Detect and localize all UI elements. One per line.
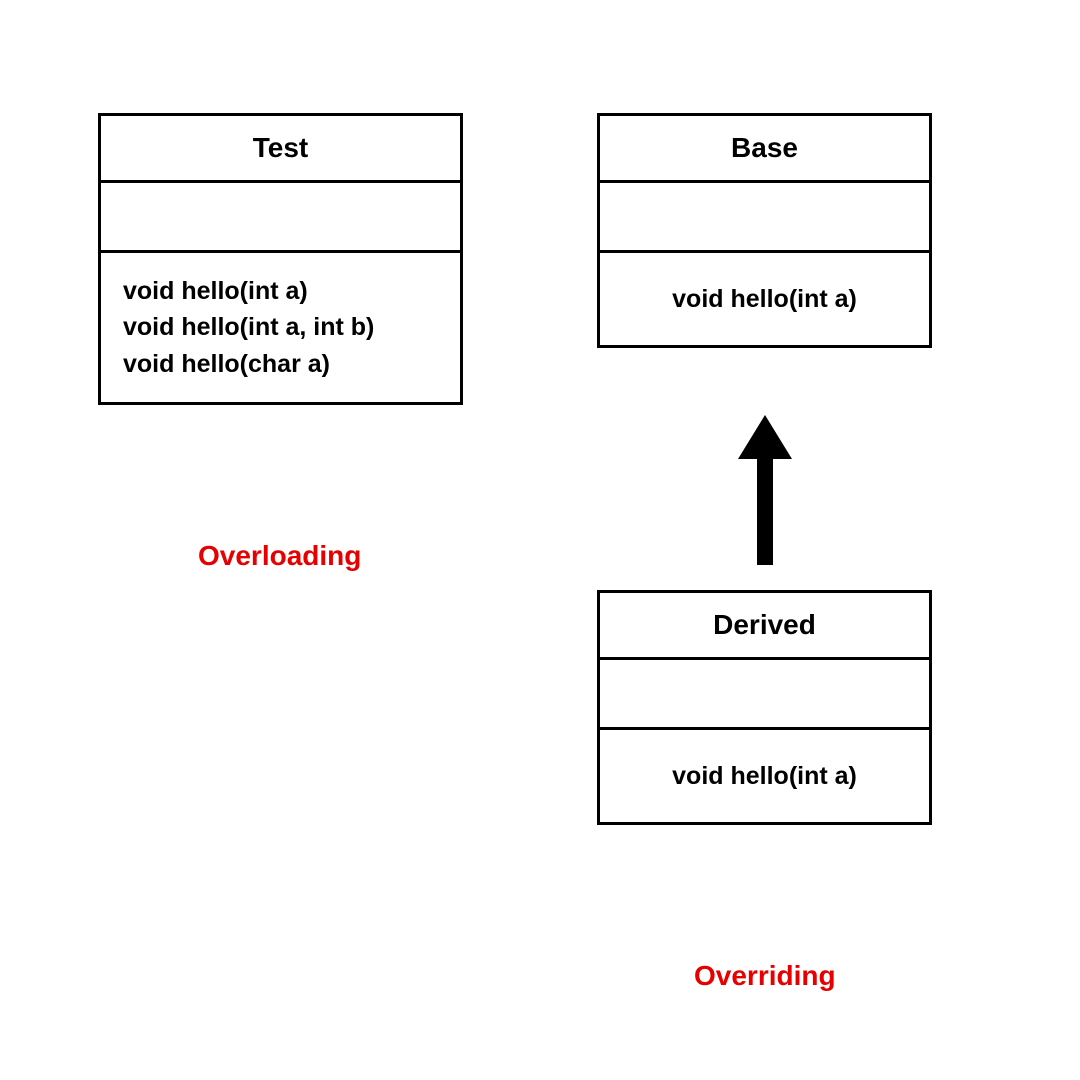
class-methods-base: void hello(int a): [600, 253, 929, 345]
method-line: void hello(char a): [123, 346, 438, 382]
class-title-base: Base: [600, 116, 929, 183]
caption-overriding: Overriding: [694, 960, 836, 992]
class-methods-derived: void hello(int a): [600, 730, 929, 822]
method-line: void hello(int a): [123, 273, 438, 309]
class-box-test: Test void hello(int a) void hello(int a,…: [98, 113, 463, 405]
class-attrs-test: [101, 183, 460, 253]
class-methods-test: void hello(int a) void hello(int a, int …: [101, 253, 460, 402]
method-line: void hello(int a): [622, 281, 907, 317]
class-box-derived: Derived void hello(int a): [597, 590, 932, 825]
caption-overloading: Overloading: [198, 540, 361, 572]
class-title-derived: Derived: [600, 593, 929, 660]
method-line: void hello(int a, int b): [123, 309, 438, 345]
class-attrs-base: [600, 183, 929, 253]
class-box-base: Base void hello(int a): [597, 113, 932, 348]
method-line: void hello(int a): [622, 758, 907, 794]
class-title-test: Test: [101, 116, 460, 183]
class-attrs-derived: [600, 660, 929, 730]
inheritance-arrow-icon: [730, 415, 800, 570]
